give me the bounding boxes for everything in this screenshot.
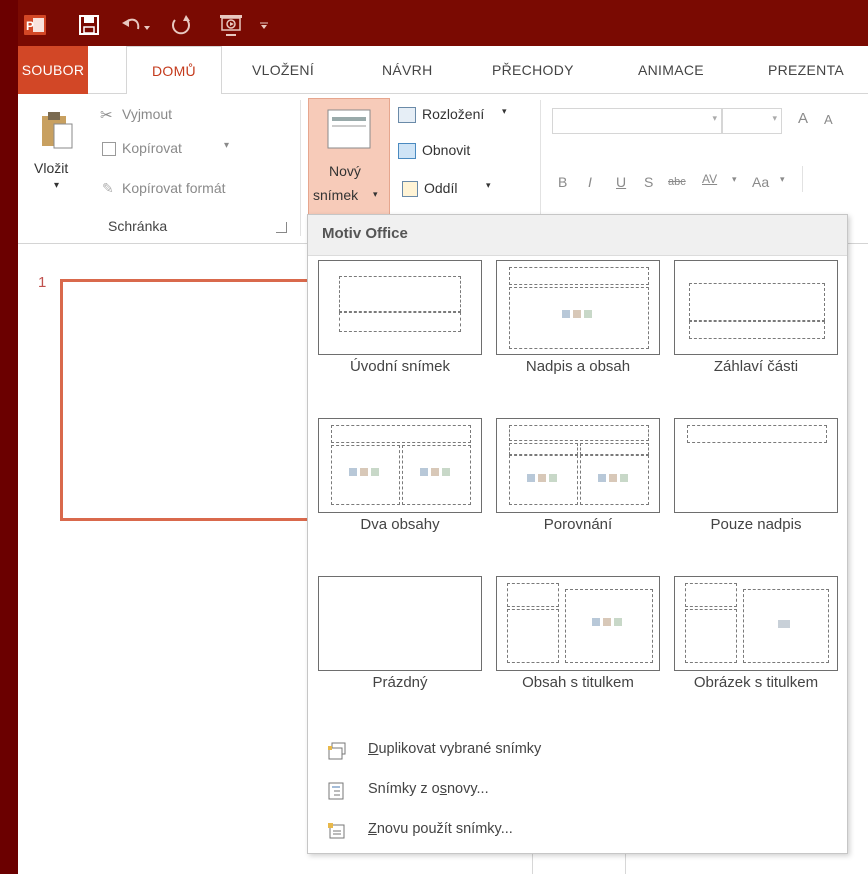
content-placeholder-icon <box>420 468 450 476</box>
redo-icon[interactable] <box>168 13 194 37</box>
gallery-header: Motiv Office <box>308 215 847 256</box>
slide-thumbnail-number: 1 <box>38 274 47 291</box>
customize-qat-icon[interactable] <box>256 13 272 37</box>
decrease-font-button[interactable]: A <box>824 112 833 127</box>
start-slideshow-icon[interactable] <box>216 13 246 37</box>
bold-button[interactable]: B <box>558 174 567 190</box>
strikethrough-button[interactable]: abc <box>668 176 686 188</box>
content-placeholder-icon <box>598 474 628 482</box>
format-painter-button[interactable]: ✎ Kopírovat formát <box>98 178 288 202</box>
slide-thumbnail[interactable] <box>60 279 312 521</box>
reset-label: Obnovit <box>422 142 471 158</box>
save-icon[interactable] <box>76 13 102 37</box>
duplicate-slides-menu-item[interactable]: Duplikovat vybrané snímky <box>308 733 847 769</box>
font-size-dropdown-icon: ▾ <box>772 113 777 123</box>
new-slide-label-line1: Nový <box>329 163 361 179</box>
underline-button[interactable]: U <box>616 174 626 190</box>
layout-label: Záhlaví části <box>713 358 799 375</box>
layout-label: Obsah s titulkem <box>522 674 634 691</box>
copy-button[interactable]: Kopírovat ▾ <box>98 138 238 162</box>
copy-label: Kopírovat <box>122 140 182 156</box>
tab-slideshow[interactable]: PREZENTA <box>768 46 844 94</box>
tab-transitions[interactable]: PŘECHODY <box>492 46 574 94</box>
tab-home[interactable]: DOMŮ <box>126 46 222 95</box>
powerpoint-icon[interactable]: P <box>22 13 48 37</box>
clipboard-launcher-icon[interactable] <box>276 222 287 233</box>
new-slide-label-line2: snímek <box>313 187 359 203</box>
layout-label: Dva obsahy <box>360 516 440 533</box>
duplicate-slides-icon <box>328 742 346 760</box>
undo-icon[interactable] <box>118 13 152 37</box>
layout-section-header[interactable]: Záhlaví části <box>674 260 838 410</box>
paste-dropdown-arrow: ▾ <box>54 180 60 191</box>
layout-button[interactable]: Rozložení ▾ <box>396 104 526 128</box>
layout-label: Nadpis a obsah <box>525 358 631 375</box>
slides-from-outline-menu-item[interactable]: Snímky z osnovy... <box>308 773 847 809</box>
tab-file[interactable]: SOUBOR <box>18 46 88 94</box>
copy-icon <box>102 142 116 156</box>
layout-label: Obrázek s titulkem <box>693 674 819 691</box>
italic-button[interactable]: I <box>588 174 592 190</box>
format-painter-label: Kopírovat formát <box>122 180 226 196</box>
reuse-slides-menu-item[interactable]: Znovu použít snímky... <box>308 813 847 849</box>
layout-label: Pouze nadpis <box>710 516 802 533</box>
tab-design[interactable]: NÁVRH <box>382 46 433 94</box>
gallery-header-label: Motiv Office <box>322 225 408 242</box>
character-spacing-button[interactable]: AV <box>702 172 717 186</box>
change-case-button[interactable]: Aa <box>752 174 769 190</box>
content-placeholder-icon <box>562 310 592 318</box>
tab-insert[interactable]: VLOŽENÍ <box>252 46 314 94</box>
reset-icon <box>398 143 416 159</box>
new-slide-icon <box>327 109 371 154</box>
scissors-icon: ✂ <box>100 107 113 124</box>
slides-from-outline-icon <box>328 782 344 800</box>
title-bar: P <box>18 0 868 46</box>
svg-text:P: P <box>26 19 34 33</box>
layout-label: Úvodní snímek <box>349 358 451 375</box>
paste-icon <box>40 110 74 155</box>
layout-title-slide[interactable]: Úvodní snímek <box>318 260 482 410</box>
new-slide-dropdown-arrow: ▾ <box>373 189 378 199</box>
brush-icon: ✎ <box>102 180 114 196</box>
layout-label: Porovnání <box>543 516 613 533</box>
layout-two-content[interactable]: Dva obsahy <box>318 418 482 568</box>
section-icon <box>402 181 418 197</box>
layout-title-only[interactable]: Pouze nadpis <box>674 418 838 568</box>
new-slide-gallery: Motiv Office Úvodní snímek Nadpis a obsa… <box>307 214 848 854</box>
font-size-combobox[interactable]: ▾ <box>722 108 782 134</box>
powerpoint-window: P SOUBOR DOMŮ VLOŽENÍ NÁVRH PŘECHODY ANI… <box>18 0 868 874</box>
section-label: Oddíl <box>424 180 458 196</box>
increase-font-button[interactable]: A <box>798 110 808 127</box>
paste-label: Vložit <box>34 160 69 176</box>
clipboard-group-label: Schránka <box>108 218 168 234</box>
cut-button[interactable]: ✂ Vyjmout <box>98 104 218 128</box>
font-name-dropdown-icon: ▾ <box>712 113 717 123</box>
layout-comparison[interactable]: Porovnání <box>496 418 660 568</box>
layout-icon <box>398 107 416 123</box>
layout-blank[interactable]: Prázdný <box>318 576 482 726</box>
new-slide-button[interactable]: Nový snímek ▾ <box>308 98 390 218</box>
section-button[interactable]: Oddíl ▾ <box>400 178 510 202</box>
tab-animations[interactable]: ANIMACE <box>638 46 704 94</box>
reset-button[interactable]: Obnovit <box>396 140 516 164</box>
shadow-button[interactable]: S <box>644 174 653 190</box>
picture-placeholder-icon <box>778 620 790 628</box>
reuse-slides-icon <box>328 823 345 839</box>
cut-label: Vyjmout <box>122 106 173 122</box>
copy-dropdown-arrow: ▾ <box>224 140 230 151</box>
font-name-combobox[interactable]: ▾ <box>552 108 722 134</box>
paste-button[interactable]: Vložit ▾ <box>28 104 88 204</box>
content-placeholder-icon <box>349 468 379 476</box>
layout-picture-with-caption[interactable]: Obrázek s titulkem <box>674 576 838 726</box>
content-placeholder-icon <box>527 474 557 482</box>
content-placeholder-icon <box>592 618 622 626</box>
ribbon-tabs: SOUBOR DOMŮ VLOŽENÍ NÁVRH PŘECHODY ANIMA… <box>18 46 868 95</box>
layout-content-with-caption[interactable]: Obsah s titulkem <box>496 576 660 726</box>
layout-label: Prázdný <box>372 674 428 691</box>
layout-label: Rozložení <box>422 106 485 122</box>
layout-title-and-content[interactable]: Nadpis a obsah <box>496 260 660 410</box>
